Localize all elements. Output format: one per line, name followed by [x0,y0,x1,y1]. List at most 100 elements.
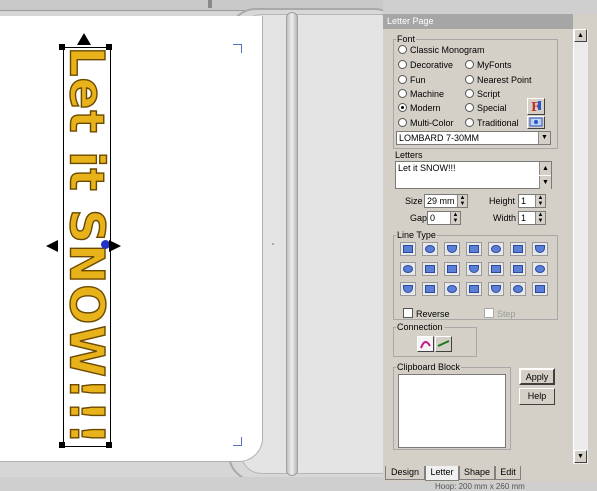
line-type-icon[interactable] [466,242,482,256]
status-bar: Hoop: 200 mm x 260 mm [383,482,597,491]
radio-icon [465,89,474,98]
font-preview-button[interactable] [527,116,545,129]
arc-connection-icon [420,341,431,349]
step-checkbox: Step [484,308,516,319]
radio-icon [398,75,407,84]
font-option-modern[interactable]: Modern [398,103,441,113]
size-spinner[interactable]: 29 mm ▲ ▼ [424,194,468,208]
line-type-icon[interactable] [532,282,548,296]
radio-icon [398,118,407,127]
line-type-icon[interactable] [400,282,416,296]
radio-icon [465,118,474,127]
spinner-arrows-icon[interactable]: ▲ ▼ [450,212,460,224]
font-option-classic-monogram[interactable]: Classic Monogram [398,45,485,55]
line-type-icon[interactable] [532,262,548,276]
line-type-icon[interactable] [466,262,482,276]
canvas-bottom-strip [0,477,383,491]
width-spinner[interactable]: 1 ▲ ▼ [518,211,546,225]
tab-shape[interactable]: Shape [459,466,495,480]
line-shape-icon [513,245,523,253]
line-shape-icon [491,245,501,253]
font-option-traditional[interactable]: Traditional [465,118,519,128]
line-type-icon[interactable] [400,262,416,276]
font-select[interactable]: LOMBARD 7-30MM ▼ [396,131,551,145]
radio-icon [465,103,474,112]
line-shape-icon [535,245,545,253]
chevron-down-icon[interactable]: ▼ [538,132,550,144]
panel-scrollbar[interactable]: ▲ ▼ [573,29,588,464]
font-option-nearest-point[interactable]: Nearest Point [465,75,532,85]
clipboard-preview[interactable] [398,374,506,448]
line-type-icon[interactable] [422,262,438,276]
line-type-icon[interactable] [466,282,482,296]
font-option-fun[interactable]: Fun [398,75,426,85]
resize-handle-top-left[interactable] [59,44,65,50]
font-option-script[interactable]: Script [465,89,500,99]
spinner-arrows-icon[interactable]: ▲ ▼ [535,195,545,207]
font-option-multi-color[interactable]: Multi-Color [398,118,454,128]
line-type-icon[interactable] [510,262,526,276]
line-shape-icon [425,265,435,273]
line-type-icon[interactable] [444,282,460,296]
panel-title: Letter Page [383,14,573,29]
letters-label: Letters [395,150,423,160]
apply-button[interactable]: Apply [519,368,555,385]
font-option-machine[interactable]: Machine [398,89,444,99]
panel-top-strip [383,0,597,14]
letters-scroll-up-icon[interactable]: ▲ [539,162,551,175]
spinner-arrows-icon[interactable]: ▲ ▼ [457,195,467,207]
radio-icon [465,75,474,84]
line-type-icon[interactable] [510,282,526,296]
gap-spinner[interactable]: 0 ▲ ▼ [427,211,461,225]
rotate-handle-up-icon[interactable] [77,33,91,45]
line-type-icon[interactable] [488,262,504,276]
line-shape-icon [425,245,435,253]
checkbox-icon [403,308,413,318]
font-option-special[interactable]: Special [465,103,507,113]
line-type-icon[interactable] [444,242,460,256]
line-shape-icon [447,265,457,273]
line-type-icon[interactable] [400,242,416,256]
resize-handle-bottom-left[interactable] [59,442,65,448]
scroll-down-icon[interactable]: ▼ [574,450,587,463]
line-type-icon[interactable] [510,242,526,256]
line-type-icon[interactable] [488,282,504,296]
scroll-up-icon[interactable]: ▲ [574,29,587,42]
tab-edit[interactable]: Edit [495,466,521,480]
line-shape-icon [469,265,479,273]
radio-icon [398,89,407,98]
resize-handle-bottom-right[interactable] [106,442,112,448]
line-type-icon[interactable] [422,282,438,296]
stretch-handle-right-icon[interactable] [109,240,121,252]
stretch-handle-left-icon[interactable] [46,240,58,252]
line-type-icon[interactable] [532,242,548,256]
spinner-arrows-icon[interactable]: ▲ ▼ [535,212,545,224]
letters-input[interactable]: Let it SNOW!!! ▲ ▼ [395,161,552,189]
reverse-checkbox[interactable]: Reverse [403,308,450,319]
line-type-icon[interactable] [488,242,504,256]
line-type-icon[interactable] [444,262,460,276]
line-type-icon[interactable] [422,242,438,256]
tab-design[interactable]: Design [385,466,425,480]
font-option-myfonts[interactable]: MyFonts [465,60,512,70]
font-legend: Font [397,34,416,44]
size-label: Size [405,196,423,206]
tab-letter[interactable]: Letter [425,466,459,481]
letter-design[interactable]: Let it SNOW!!! [0,0,114,446]
line-shape-icon [469,245,479,253]
resize-handle-top-right[interactable] [106,44,112,50]
height-spinner[interactable]: 1 ▲ ▼ [518,194,546,208]
font-manager-icon: F [531,100,541,114]
connection-line-button[interactable] [435,336,452,352]
radio-icon [465,60,474,69]
help-button[interactable]: Help [519,388,555,405]
sewing-area[interactable] [0,16,263,462]
line-shape-icon [403,265,413,273]
connection-arc-button[interactable] [417,336,434,352]
width-label: Width [493,213,517,223]
design-canvas[interactable]: Let it SNOW!!! [0,0,383,491]
font-manager-button[interactable]: F [527,98,545,115]
letters-scroll-down-icon[interactable]: ▼ [539,176,551,189]
font-option-decorative[interactable]: Decorative [398,60,453,70]
selection-box[interactable] [63,47,111,447]
